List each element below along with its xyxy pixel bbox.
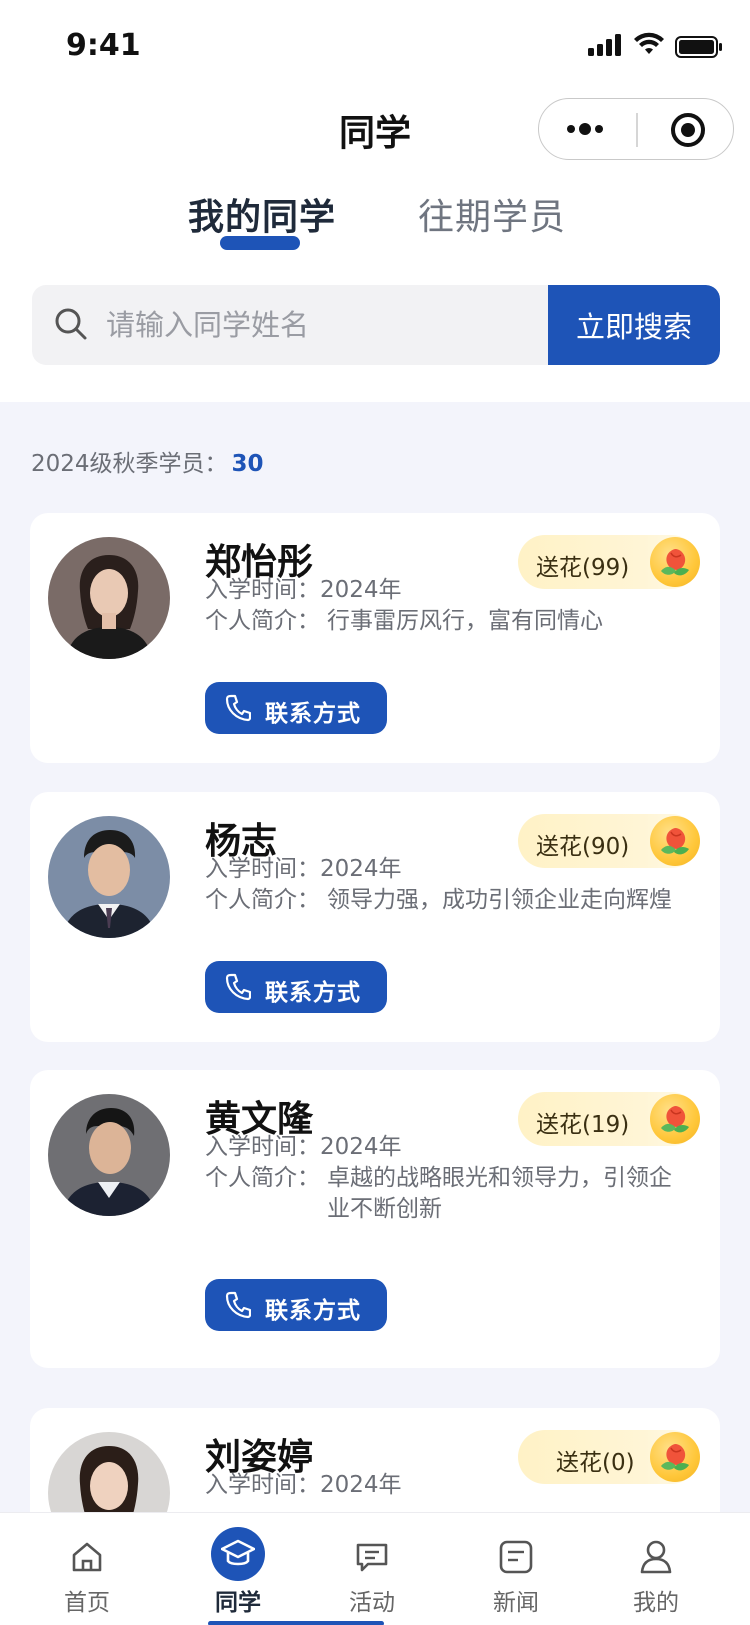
bottom-tab-classmates[interactable]: 同学 [178,1513,298,1625]
enroll-time: 入学时间：2024年 [205,1127,402,1161]
bottom-tab-label: 活动 [349,1590,395,1616]
enroll-time: 入学时间：2024年 [205,570,402,604]
search-bar: 立即搜索 [32,285,720,365]
intro: 个人简介： 领导力强，成功引领企业走向辉煌 [205,885,705,916]
student-count-label: 2024级秋季学员： [31,451,228,477]
tab-past-students[interactable]: 往期学员 [418,188,566,240]
search-icon [55,308,87,340]
enroll-value: 2024年 [320,1472,402,1498]
intro-value: 领导力强，成功引领企业走向辉煌 [327,887,672,913]
flower-icon [650,537,700,587]
enroll-value: 2024年 [320,856,402,882]
tab-my-classmates[interactable]: 我的同学 [188,188,336,240]
person-icon [640,1540,672,1574]
battery-icon [675,36,722,58]
bottom-tab-label: 首页 [64,1590,110,1616]
bottom-tab-label: 我的 [633,1590,679,1616]
send-flower-button[interactable]: 送花(0) [518,1430,700,1484]
contact-label: 联系方式 [265,980,361,1006]
bottom-tab-label: 同学 [215,1590,261,1616]
flower-icon [650,1432,700,1482]
tab-indicator [220,236,300,250]
chat-icon [356,1543,388,1572]
phone-icon [225,694,251,722]
intro-label: 个人简介： [205,1165,320,1191]
search-button[interactable]: 立即搜索 [548,285,720,365]
news-icon [499,1540,533,1574]
intro-label: 个人简介： [205,887,320,913]
student-count: 2024级秋季学员： 30 [31,444,264,478]
student-card[interactable]: 杨志 送花(90) 入学时间：2024年 个人简介： 领导力强，成功引领企业走向辉… [30,792,720,1042]
intro-value: 卓越的战略眼光和领导力，引领企业不断创新 [327,1165,672,1222]
contact-label: 联系方式 [265,701,361,727]
bottom-tab-activities[interactable]: 活动 [312,1513,432,1625]
student-count-value: 30 [231,451,264,477]
status-time: 9:41 [66,28,141,63]
bottom-tab-news[interactable]: 新闻 [456,1513,576,1625]
avatar [48,1094,170,1216]
flower-count: 送花(19) [536,1112,630,1138]
contact-button[interactable]: 联系方式 [205,1279,387,1331]
phone-icon [225,1291,251,1319]
flower-count: 送花(90) [536,834,630,860]
search-input[interactable] [106,299,526,351]
enroll-time: 入学时间：2024年 [205,1465,402,1499]
home-indicator [208,1621,384,1625]
wifi-icon [634,32,664,54]
tab-bar: 我的同学 往期学员 [0,188,750,258]
close-target-icon[interactable] [669,111,707,149]
home-icon [72,1542,102,1572]
intro-label: 个人简介： [205,608,320,634]
capsule-divider [636,113,638,147]
bottom-tab-home[interactable]: 首页 [27,1513,147,1625]
student-card[interactable]: 黄文隆 送花(19) 入学时间：2024年 个人简介： 卓越的战略眼光和领导力，引… [30,1070,720,1368]
capsule-menu[interactable] [538,98,734,160]
enroll-label: 入学时间： [205,1472,320,1498]
intro: 个人简介： 卓越的战略眼光和领导力，引领企业不断创新 [205,1163,675,1225]
signal-icon [588,34,621,56]
send-flower-button[interactable]: 送花(99) [518,535,700,589]
enroll-label: 入学时间： [205,1134,320,1160]
flower-count: 送花(99) [536,555,630,581]
flower-icon [650,816,700,866]
intro: 个人简介： 行事雷厉风行，富有同情心 [205,606,685,637]
bottom-tab-mine[interactable]: 我的 [596,1513,716,1625]
avatar [48,816,170,938]
enroll-time: 入学时间：2024年 [205,849,402,883]
flower-icon [650,1094,700,1144]
phone-icon [225,973,251,1001]
enroll-value: 2024年 [320,577,402,603]
intro-value: 行事雷厉风行，富有同情心 [327,608,603,634]
bottom-tab-bar: 首页 同学 活动 新闻 我的 [0,1512,750,1625]
contact-button[interactable]: 联系方式 [205,682,387,734]
contact-label: 联系方式 [265,1298,361,1324]
bottom-tab-label: 新闻 [493,1590,539,1616]
send-flower-button[interactable]: 送花(19) [518,1092,700,1146]
more-icon[interactable] [565,117,609,141]
avatar [48,537,170,659]
enroll-label: 入学时间： [205,577,320,603]
flower-count: 送花(0) [556,1450,635,1476]
student-card[interactable]: 郑怡彤 送花(99) 入学时间：2024年 个人简介： 行事雷厉风行，富有同情心 … [30,513,720,763]
enroll-value: 2024年 [320,1134,402,1160]
status-bar: 9:41 [0,0,750,96]
send-flower-button[interactable]: 送花(90) [518,814,700,868]
enroll-label: 入学时间： [205,856,320,882]
contact-button[interactable]: 联系方式 [205,961,387,1013]
